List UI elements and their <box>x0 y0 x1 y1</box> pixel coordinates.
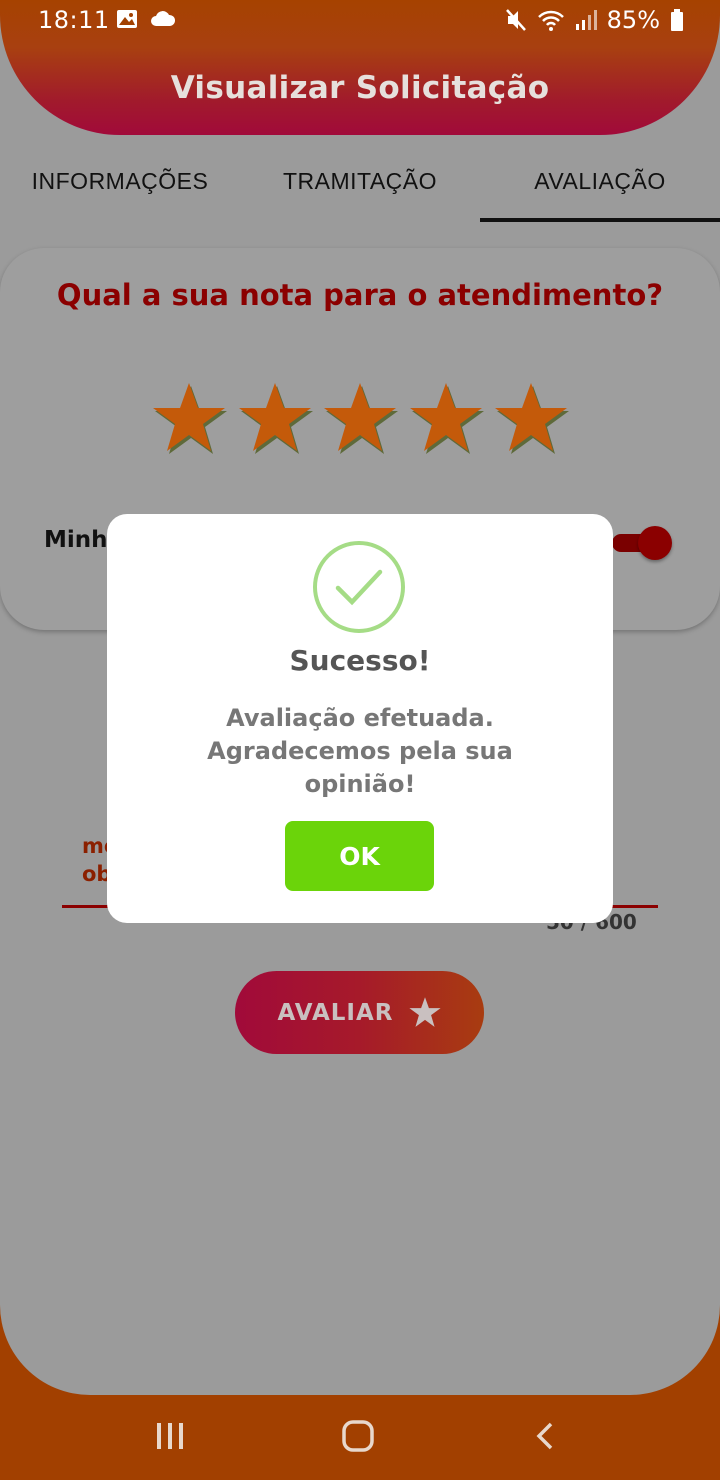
dialog-title: Sucesso! <box>289 644 431 677</box>
success-dialog: Sucesso! Avaliação efetuada. Agradecemos… <box>107 514 613 923</box>
dialog-message: Avaliação efetuada. Agradecemos pela sua… <box>207 704 513 798</box>
evaluate-button[interactable]: AVALIAR <box>235 971 484 1054</box>
recents-icon[interactable] <box>152 1417 188 1457</box>
page-title: Visualizar Solicitação <box>170 70 550 106</box>
status-right: 85% <box>505 6 684 34</box>
rating-question: Qual a sua nota para o atendimento? <box>56 278 664 312</box>
back-icon[interactable] <box>528 1417 564 1457</box>
battery-icon <box>671 9 683 31</box>
star-rating <box>150 380 570 460</box>
toggle-thumb <box>638 526 672 560</box>
star-icon[interactable] <box>150 380 228 456</box>
star-icon[interactable] <box>492 380 570 456</box>
tab-avaliacao[interactable]: AVALIAÇÃO <box>480 150 720 222</box>
star-icon[interactable] <box>407 380 485 456</box>
status-bar: 18:11 85% <box>0 0 720 42</box>
toggle-label: Minh <box>44 527 108 553</box>
image-icon <box>117 10 137 28</box>
star-icon[interactable] <box>236 380 314 456</box>
star-icon <box>408 997 441 1027</box>
wifi-icon <box>537 10 564 31</box>
ok-button[interactable]: OK <box>285 821 434 891</box>
home-icon[interactable] <box>338 1417 378 1457</box>
status-left-icons <box>116 8 176 30</box>
status-time: 18:11 <box>38 6 110 34</box>
tab-informacoes[interactable]: INFORMAÇÕES <box>0 150 240 222</box>
anonymous-toggle[interactable] <box>612 526 672 560</box>
tab-tramitacao[interactable]: TRAMITAÇÃO <box>240 150 480 222</box>
system-nav-bar <box>0 1395 720 1480</box>
evaluate-button-label: AVALIAR <box>277 999 394 1026</box>
signal-icon <box>575 10 597 30</box>
battery-percentage: 85% <box>606 6 660 34</box>
tab-bar: INFORMAÇÕES TRAMITAÇÃO AVALIAÇÃO <box>0 150 720 222</box>
mute-icon <box>505 9 526 31</box>
star-icon[interactable] <box>321 380 399 456</box>
cloud-icon <box>151 11 176 26</box>
check-circle-icon <box>313 541 405 633</box>
